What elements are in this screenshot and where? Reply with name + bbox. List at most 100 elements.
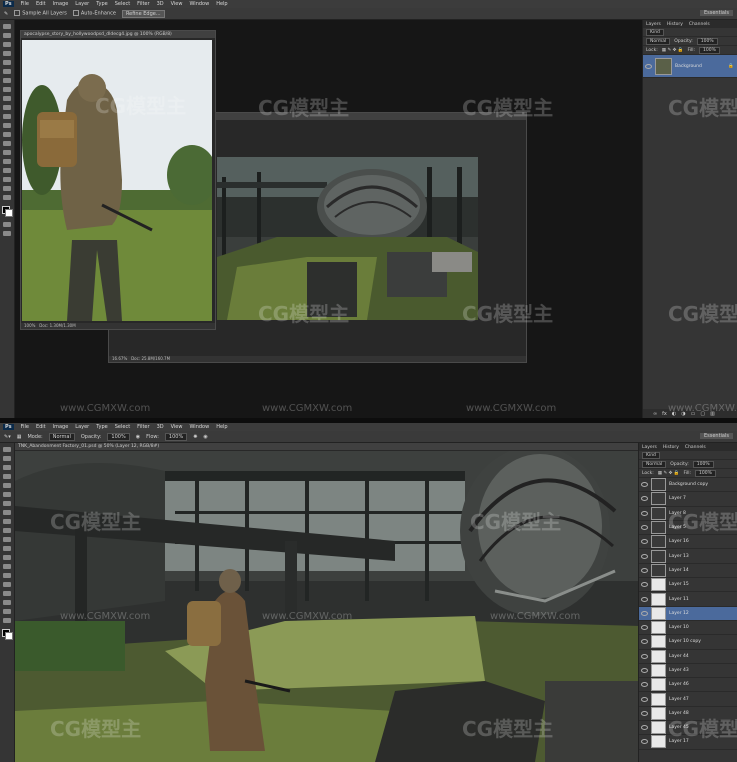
dodge-tool-icon[interactable]: [3, 564, 11, 569]
menu-window[interactable]: Window: [189, 424, 209, 430]
visibility-eye-icon[interactable]: [641, 739, 648, 745]
stamp-tool-icon[interactable]: [3, 96, 11, 101]
menu-help[interactable]: Help: [216, 1, 227, 7]
history-brush-tool-icon[interactable]: [3, 105, 11, 110]
menu-select[interactable]: Select: [115, 424, 130, 430]
brush-tool-icon[interactable]: [3, 87, 11, 92]
stamp-tool-icon[interactable]: [3, 519, 11, 524]
menu-image[interactable]: Image: [53, 1, 69, 7]
menu-select[interactable]: Select: [115, 1, 130, 7]
lock-icons[interactable]: ▦ ✎ ✥ 🔒: [658, 471, 680, 476]
menu-edit[interactable]: Edit: [36, 424, 46, 430]
tab-layers[interactable]: Layers: [646, 22, 661, 27]
fill-input[interactable]: 100%: [695, 469, 716, 477]
menu-window[interactable]: Window: [189, 1, 209, 7]
menu-filter[interactable]: Filter: [137, 424, 149, 430]
layer-row[interactable]: Layer 15: [639, 578, 737, 593]
menu-filter[interactable]: Filter: [137, 1, 149, 7]
blur-tool-icon[interactable]: [3, 555, 11, 560]
airbrush-icon[interactable]: ✺: [193, 434, 197, 440]
blur-tool-icon[interactable]: [3, 132, 11, 137]
visibility-eye-icon[interactable]: [641, 625, 648, 631]
menu-type[interactable]: Type: [96, 1, 107, 7]
blend-mode-select[interactable]: Normal: [646, 37, 671, 45]
opacity-input[interactable]: 100%: [692, 460, 714, 468]
menu-3d[interactable]: 3D: [157, 424, 164, 430]
quick-select-tool-icon[interactable]: [3, 51, 11, 56]
visibility-eye-icon[interactable]: [641, 510, 648, 516]
menu-type[interactable]: Type: [96, 424, 107, 430]
eraser-tool-icon[interactable]: [3, 537, 11, 542]
opacity-input[interactable]: 100%: [107, 432, 130, 441]
tab-history[interactable]: History: [663, 445, 679, 450]
mode-select[interactable]: Normal: [48, 432, 75, 441]
visibility-eye-icon[interactable]: [645, 63, 652, 69]
pen-tool-icon[interactable]: [3, 150, 11, 155]
refine-edge-button[interactable]: Refine Edge...: [121, 9, 165, 18]
eyedropper-tool-icon[interactable]: [3, 492, 11, 497]
fill-input[interactable]: 100%: [699, 46, 720, 54]
shape-tool-icon[interactable]: [3, 177, 11, 182]
blend-mode-select[interactable]: Normal: [642, 460, 667, 468]
brush-preset-icon[interactable]: ✎▾: [4, 434, 11, 440]
pressure-opacity-icon[interactable]: ◉: [136, 434, 140, 440]
type-tool-icon[interactable]: [3, 582, 11, 587]
visibility-eye-icon[interactable]: [641, 567, 648, 573]
quick-mask-icon[interactable]: [3, 222, 11, 227]
history-brush-tool-icon[interactable]: [3, 528, 11, 533]
crop-tool-icon[interactable]: [3, 60, 11, 65]
visibility-eye-icon[interactable]: [641, 725, 648, 731]
pen-tool-icon[interactable]: [3, 573, 11, 578]
layer-row[interactable]: Layer 14: [639, 563, 737, 579]
quick-select-tool-icon[interactable]: [3, 474, 11, 479]
lock-icons[interactable]: ▦ ✎ ✥ 🔒: [662, 48, 684, 53]
fx-icon[interactable]: fx: [662, 411, 667, 417]
layer-row[interactable]: Layer 13: [639, 549, 737, 564]
kind-filter-select[interactable]: Kind: [642, 451, 660, 459]
eraser-tool-icon[interactable]: [3, 114, 11, 119]
layer-row[interactable]: Layer 47: [639, 692, 737, 707]
healing-tool-icon[interactable]: [3, 78, 11, 83]
move-tool-icon[interactable]: [3, 447, 11, 452]
layer-row[interactable]: Background 🔒: [643, 55, 737, 78]
zoom-tool-icon[interactable]: [3, 195, 11, 200]
marquee-tool-icon[interactable]: [3, 456, 11, 461]
menu-file[interactable]: File: [21, 1, 29, 7]
layer-row[interactable]: Layer 7: [639, 492, 737, 507]
tab-channels[interactable]: Channels: [689, 22, 710, 27]
workspace-select[interactable]: Essentials: [699, 433, 733, 439]
visibility-eye-icon[interactable]: [641, 682, 648, 688]
zoom-tool-icon[interactable]: [3, 618, 11, 623]
opacity-input[interactable]: 100%: [696, 37, 718, 45]
visibility-eye-icon[interactable]: [641, 539, 648, 545]
screen-mode-icon[interactable]: [3, 231, 11, 236]
layer-row[interactable]: Background copy: [639, 478, 737, 493]
tab-history[interactable]: History: [667, 22, 683, 27]
visibility-eye-icon[interactable]: [641, 582, 648, 588]
menu-3d[interactable]: 3D: [157, 1, 164, 7]
layer-row[interactable]: Layer 43: [639, 664, 737, 679]
workspace-select[interactable]: Essentials: [699, 10, 733, 16]
visibility-eye-icon[interactable]: [641, 553, 648, 559]
document-window-soldier[interactable]: apocalypse_story_by_hollywoodpsd_dldecg4…: [20, 30, 216, 330]
gradient-tool-icon[interactable]: [3, 123, 11, 128]
type-tool-icon[interactable]: [3, 159, 11, 164]
path-select-tool-icon[interactable]: [3, 591, 11, 596]
eyedropper-tool-icon[interactable]: [3, 69, 11, 74]
lasso-tool-icon[interactable]: [3, 42, 11, 47]
visibility-eye-icon[interactable]: [641, 525, 648, 531]
pressure-size-icon[interactable]: ◉: [203, 434, 207, 440]
kind-filter-select[interactable]: Kind: [646, 28, 664, 36]
color-swatches[interactable]: [2, 206, 13, 217]
document-tab[interactable]: apocalypse_story_by_hollywoodpsd_dldecg4…: [21, 31, 215, 38]
hand-tool-icon[interactable]: [3, 609, 11, 614]
visibility-eye-icon[interactable]: [641, 668, 648, 673]
visibility-eye-icon[interactable]: [641, 482, 648, 488]
visibility-eye-icon[interactable]: [641, 696, 648, 702]
menu-image[interactable]: Image: [53, 424, 69, 430]
gradient-tool-icon[interactable]: [3, 546, 11, 551]
menu-layer[interactable]: Layer: [75, 1, 89, 7]
menu-help[interactable]: Help: [216, 424, 227, 430]
layer-row[interactable]: Layer 46: [639, 678, 737, 693]
menu-edit[interactable]: Edit: [36, 1, 46, 7]
